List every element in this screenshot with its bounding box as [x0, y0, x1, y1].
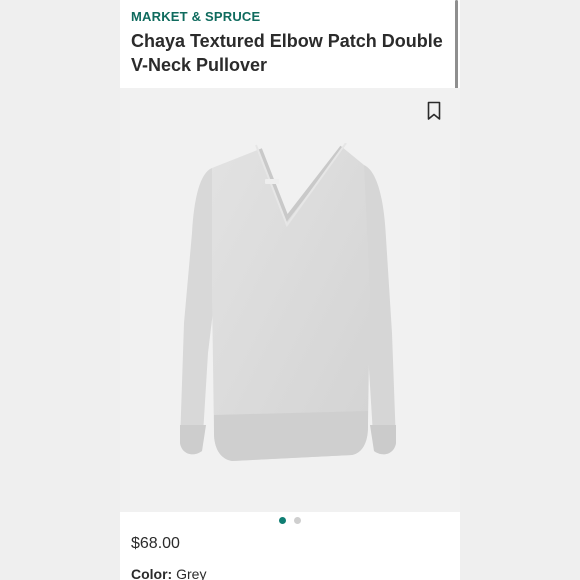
color-row: Color: Grey: [131, 566, 206, 580]
product-image: [180, 143, 396, 461]
product-screen: MARKET & SPRUCE Chaya Textured Elbow Pat…: [120, 0, 460, 580]
carousel-indicator: [120, 517, 460, 524]
product-title: Chaya Textured Elbow Patch Double V-Neck…: [131, 31, 443, 75]
color-value: Grey: [176, 566, 207, 580]
color-label: Color:: [131, 566, 173, 580]
carousel-dot-1[interactable]: [279, 517, 286, 524]
brand-name[interactable]: MARKET & SPRUCE: [131, 9, 260, 24]
price: $68.00: [131, 535, 180, 552]
carousel-dot-2[interactable]: [294, 517, 301, 524]
product-image-carousel[interactable]: [120, 88, 460, 512]
bookmark-icon[interactable]: [427, 101, 441, 121]
